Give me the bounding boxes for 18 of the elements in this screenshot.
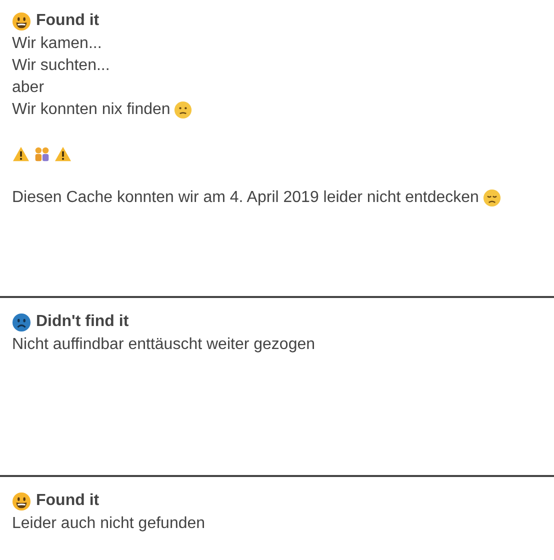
grinning-face-icon [12, 12, 31, 30]
log-text: aber [12, 79, 44, 97]
log-text: Wir suchten... [12, 57, 110, 75]
warning-icon [12, 146, 30, 162]
log-text: Leider auch nicht gefunden [12, 515, 206, 533]
frowning-face-icon [12, 312, 31, 332]
log-type: Didn't find it [36, 313, 129, 331]
log-text: Nicht auffindbar enttäuscht weiter gezogen [12, 336, 316, 354]
grinning-face-icon [12, 492, 31, 510]
disappointed-face-icon [482, 189, 501, 207]
log-text: Diesen Cache konnten wir am 4. April 2019 leider nicht entdecken [12, 189, 479, 207]
warning-icon [54, 146, 72, 162]
log-text: Wir konnten nix finden [12, 101, 170, 119]
log-text: Wir kamen... [12, 35, 102, 53]
people-icon [33, 146, 51, 162]
confused-face-icon [174, 101, 192, 119]
log-type: Found it [36, 12, 100, 30]
log-type: Found it [36, 492, 100, 510]
